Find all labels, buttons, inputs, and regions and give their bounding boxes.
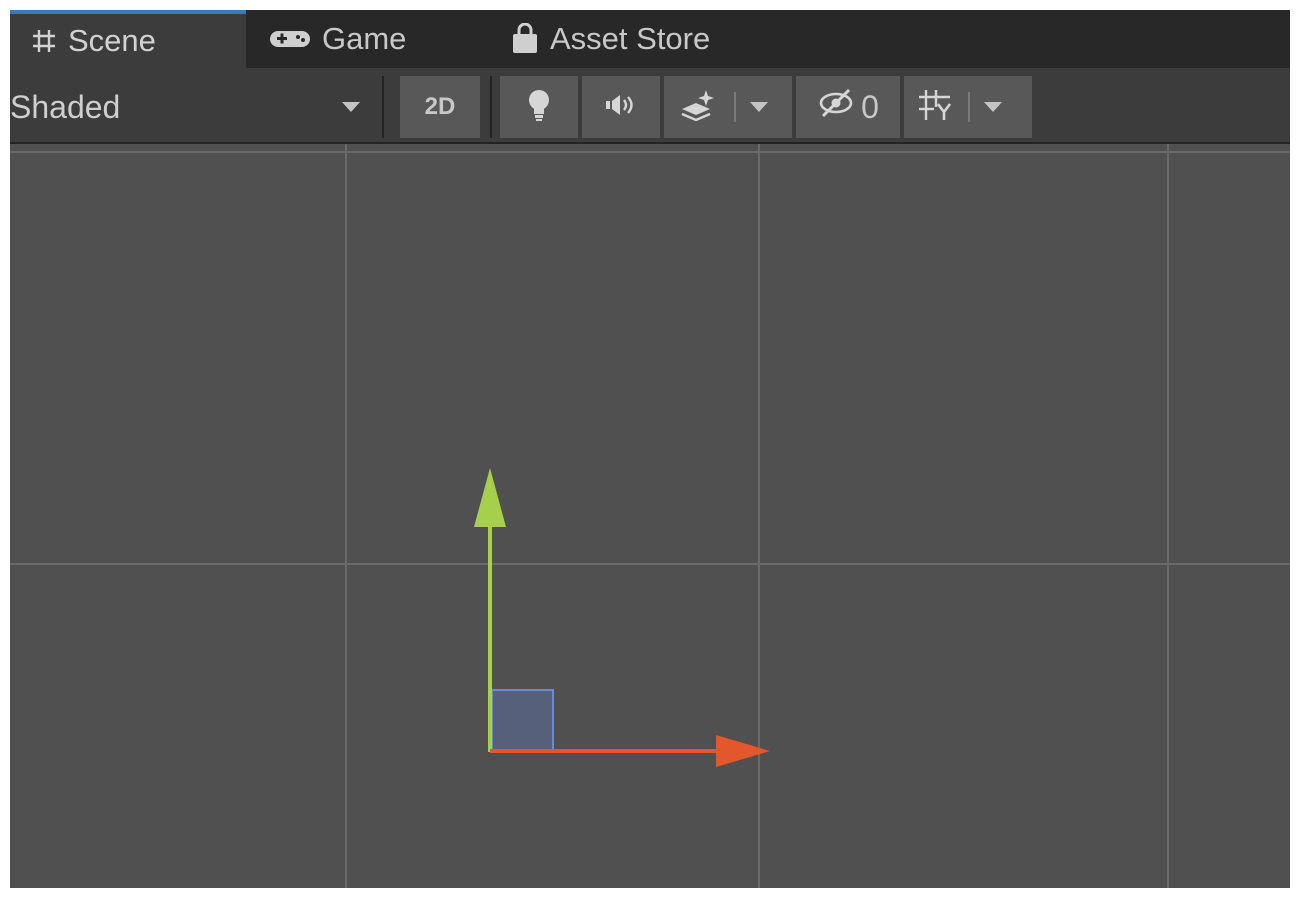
gamepad-icon (268, 27, 312, 51)
split-divider (968, 92, 970, 122)
toolbar-divider (490, 76, 492, 138)
toggle-2d-button[interactable]: 2D (400, 76, 480, 138)
toolbar-divider (382, 76, 384, 138)
lighting-toggle-button[interactable] (500, 76, 578, 138)
grid-dropdown-button[interactable] (904, 76, 1032, 138)
tab-game[interactable]: Game (268, 10, 406, 68)
scene-toolbar: Shaded 2D 0 (10, 68, 1290, 144)
draw-mode-dropdown[interactable]: Shaded (10, 76, 382, 138)
tab-label: Scene (68, 23, 156, 58)
gizmo-x-arrowhead (716, 735, 770, 767)
audio-icon (604, 93, 638, 122)
tab-scene[interactable]: Scene (10, 10, 246, 68)
audio-toggle-button[interactable] (582, 76, 660, 138)
tab-label: Asset Store (550, 21, 711, 56)
tab-label: Game (322, 21, 407, 56)
tab-bar: Scene Game Asset Store (10, 10, 1290, 68)
grid-icon (916, 87, 954, 128)
tab-asset-store[interactable]: Asset Store (510, 10, 710, 68)
draw-mode-label: Shaded (10, 88, 121, 125)
gizmo-plane-handle (491, 689, 554, 752)
shopping-bag-icon (510, 23, 540, 55)
gizmo-y-arrowhead (474, 468, 506, 527)
hidden-objects-count: 0 (861, 88, 879, 125)
scene-window: Scene Game Asset Store Shaded 2D 0 (10, 10, 1290, 888)
scene-viewport[interactable] (10, 144, 1290, 888)
chevron-down-icon (984, 102, 1002, 112)
toggle-2d-label: 2D (424, 93, 456, 120)
visibility-off-icon (817, 88, 855, 126)
effects-dropdown-button[interactable] (664, 76, 792, 138)
scene-canvas[interactable] (10, 144, 1290, 888)
transform-gizmo (474, 468, 770, 767)
scene-grid-icon (30, 27, 58, 55)
lightbulb-icon (526, 88, 552, 127)
chevron-down-icon (750, 102, 768, 112)
effects-icon (678, 89, 718, 126)
chevron-down-icon (342, 102, 360, 112)
split-divider (734, 92, 736, 122)
hidden-objects-toggle-button[interactable]: 0 (796, 76, 900, 138)
